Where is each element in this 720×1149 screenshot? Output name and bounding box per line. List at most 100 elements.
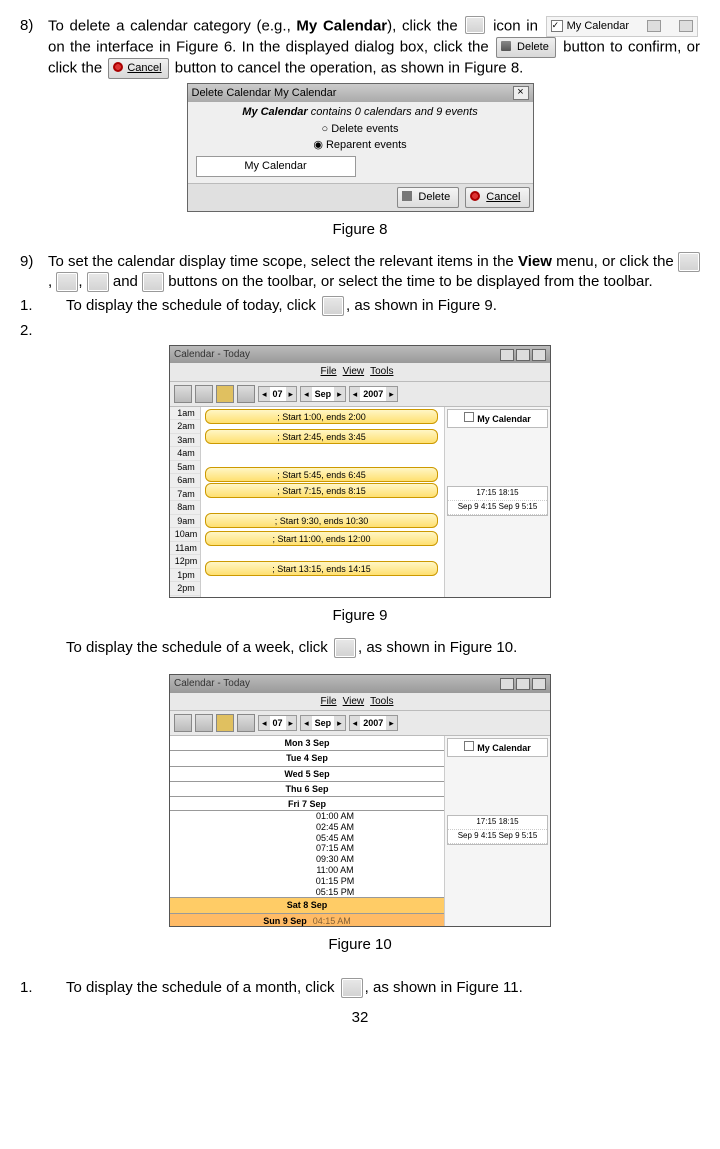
dialog-message: My Calendar contains 0 calendars and 9 e… (196, 105, 525, 120)
dialog-title: Delete Calendar My Calendar (192, 86, 337, 101)
month-nav[interactable]: ◂Sep▸ (300, 386, 346, 402)
calendar-list-item[interactable]: My Calendar (447, 409, 548, 428)
week-view-icon (334, 638, 356, 658)
substep-1: 1. To display the schedule of today, cli… (20, 296, 700, 316)
month-nav[interactable]: ◂Sep▸ (300, 715, 346, 731)
text: and (109, 273, 142, 290)
minimize-icon[interactable] (500, 678, 514, 690)
step-number: 1. (20, 978, 48, 998)
day-nav[interactable]: ◂07▸ (258, 715, 297, 731)
day-view-icon (322, 296, 344, 316)
week-row[interactable]: Sat 8 Sep (170, 898, 444, 913)
menubar: File View Tools (170, 363, 550, 382)
radio-delete-events[interactable]: ○ Delete events (196, 122, 525, 137)
toolbar-button[interactable] (195, 385, 213, 403)
text: To set the calendar display time scope, … (48, 253, 518, 270)
page-number: 32 (20, 1008, 700, 1028)
delete-button-inline: Delete (496, 37, 556, 58)
maximize-icon[interactable] (516, 678, 530, 690)
events-column: ; Start 1:00, ends 2:00 ; Start 2:45, end… (201, 407, 444, 597)
menu-item[interactable]: View (343, 366, 365, 377)
calendar-event[interactable]: ; Start 9:30, ends 10:30 (205, 513, 438, 528)
figure-10: Calendar - Today File View Tools ◂07▸ ◂Sep… (20, 674, 700, 927)
menubar: File View Tools (170, 693, 550, 712)
text: , as shown in Figure 9. (346, 297, 497, 314)
text: ), click the (387, 17, 463, 34)
calendar-event[interactable]: ; Start 5:45, ends 6:45 (205, 467, 438, 482)
window-title: Calendar - Today (174, 677, 250, 691)
step-body: To display the schedule of today, click … (48, 296, 700, 316)
toolbar-button[interactable] (174, 714, 192, 732)
delete-dialog: Delete Calendar My Calendar × My Calenda… (187, 83, 534, 212)
text: , (78, 273, 86, 290)
toolbar: ◂07▸ ◂Sep▸ ◂2007▸ (170, 382, 550, 407)
toolbar-button[interactable] (237, 714, 255, 732)
text: icon in (487, 17, 543, 34)
step-number: 1. (20, 296, 48, 316)
radio-reparent-events[interactable]: ◉ Reparent events (196, 138, 525, 153)
menu-item[interactable]: Tools (370, 696, 393, 707)
year-nav[interactable]: ◂2007▸ (349, 386, 398, 402)
close-icon[interactable]: × (513, 86, 529, 100)
week-row[interactable]: Tue 4 Sep (170, 751, 444, 766)
calendar-event[interactable]: ; Start 13:15, ends 14:15 (205, 561, 438, 576)
week-row[interactable]: Fri 7 Sep (170, 797, 444, 811)
label: My Calendar (567, 20, 629, 32)
substep-2-empty: 2. (20, 321, 700, 341)
menu-item[interactable]: Tools (370, 366, 393, 377)
trash-icon (465, 16, 485, 34)
calendar-list-item[interactable]: My Calendar (447, 738, 548, 757)
month-view-icon (87, 272, 109, 292)
step-number: 8) (20, 16, 48, 79)
day-nav[interactable]: ◂07▸ (258, 386, 297, 402)
calendar-event[interactable]: ; Start 7:15, ends 8:15 (205, 483, 438, 498)
year-nav[interactable]: ◂2007▸ (349, 715, 398, 731)
week-row[interactable]: Sun 9 Sep04:15 AM (170, 914, 444, 927)
cancel-button[interactable]: Cancel (465, 187, 529, 208)
toolbar-button[interactable] (195, 714, 213, 732)
text: menu, or click the (552, 253, 678, 270)
time-column: 1am2am3am4am5am6am7am8am9am10am11am12pm1… (170, 407, 201, 597)
week-row[interactable]: Wed 5 Sep (170, 767, 444, 782)
figure-8: Delete Calendar My Calendar × My Calenda… (20, 83, 700, 212)
week-row[interactable]: Thu 6 Sep (170, 782, 444, 797)
text: button to cancel the operation, as shown… (171, 59, 524, 76)
close-icon[interactable] (532, 349, 546, 361)
side-times: 17:15 18:15Sep 9 4:15 Sep 9 5:15 (447, 486, 548, 516)
sidebar: My Calendar 17:15 18:15Sep 9 4:15 Sep 9 … (445, 407, 550, 597)
reparent-target-select[interactable]: My Calendar (196, 156, 356, 177)
step-body: To set the calendar display time scope, … (48, 252, 700, 293)
delete-button[interactable]: Delete (397, 187, 459, 208)
calendar-event[interactable]: ; Start 2:45, ends 3:45 (205, 429, 438, 444)
calendar-window: Calendar - Today File View Tools ◂07▸ ◂Sep… (169, 674, 551, 927)
step-8: 8) To delete a calendar category (e.g., … (20, 16, 700, 79)
toolbar-button[interactable] (237, 385, 255, 403)
text: , (48, 273, 56, 290)
day-view-icon (678, 252, 700, 272)
maximize-icon[interactable] (516, 349, 530, 361)
menu-item[interactable]: File (321, 696, 337, 707)
calendar-event[interactable]: ; Start 11:00, ends 12:00 (205, 531, 438, 546)
figure-9: Calendar - Today FileViewTools ◂07▸ ◂Sep… (20, 345, 700, 598)
calendar-window: Calendar - Today FileViewTools ◂07▸ ◂Sep… (169, 345, 551, 598)
menu-item[interactable]: File (321, 366, 337, 377)
dialog-titlebar: Delete Calendar My Calendar × (188, 84, 533, 103)
figure-10-caption: Figure 10 (20, 935, 700, 955)
toolbar-button[interactable] (174, 385, 192, 403)
text: buttons on the toolbar, or select the ti… (168, 273, 652, 290)
step-body: To display the schedule of a month, clic… (48, 978, 700, 998)
month-view-icon (341, 978, 363, 998)
menu-item[interactable]: View (343, 696, 365, 707)
text: To display the schedule of a month, clic… (66, 979, 339, 996)
calendar-event[interactable]: ; Start 1:00, ends 2:00 (205, 409, 438, 424)
week-row[interactable]: Mon 3 Sep (170, 736, 444, 751)
close-icon[interactable] (532, 678, 546, 690)
toolbar-button[interactable] (216, 385, 234, 403)
toolbar-button[interactable] (216, 714, 234, 732)
minimize-icon[interactable] (500, 349, 514, 361)
calendar-category-bar: My Calendar (546, 16, 698, 37)
step-9: 9) To set the calendar display time scop… (20, 252, 700, 293)
event-times: 01:00 AM02:45 AM05:45 AM07:15 AM09:30 AM… (170, 811, 444, 898)
figure-9-caption: Figure 9 (20, 606, 700, 626)
sidebar: My Calendar 17:15 18:15Sep 9 4:15 Sep 9 … (445, 736, 550, 926)
